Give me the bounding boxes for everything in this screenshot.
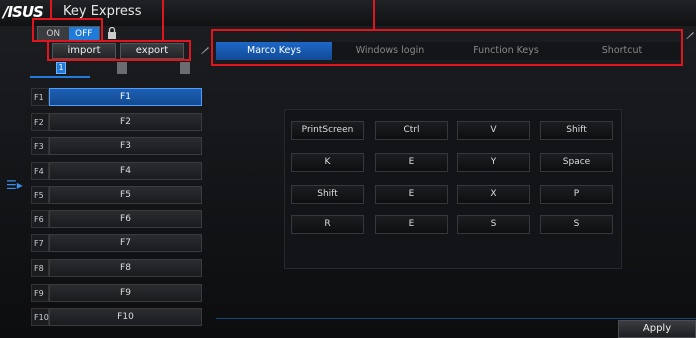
macro-key-panel: PrintScreen Ctrl V Shift K E Y Space Shi… <box>284 109 622 269</box>
fkey-name[interactable]: F3 <box>49 137 202 155</box>
document-icon[interactable] <box>117 62 127 74</box>
macro-key[interactable]: Y <box>457 153 530 172</box>
fkey-name[interactable]: F7 <box>49 234 202 252</box>
macro-key[interactable]: Shift <box>540 121 613 140</box>
macro-key[interactable]: S <box>457 215 530 234</box>
macro-key[interactable]: S <box>540 215 613 234</box>
fkey-number: F8 <box>31 259 49 277</box>
asus-logo: /ISUS <box>3 3 44 21</box>
macro-key[interactable]: Ctrl <box>375 121 448 140</box>
fkey-name[interactable]: F5 <box>49 186 202 204</box>
fkey-row[interactable]: F5 F5 <box>31 186 202 204</box>
off-option[interactable]: OFF <box>68 27 99 41</box>
fkey-number: F3 <box>31 137 49 155</box>
divider <box>216 318 696 319</box>
fkey-name[interactable]: F10 <box>49 308 202 326</box>
annotation-line <box>50 0 52 18</box>
macro-key[interactable]: R <box>291 215 364 234</box>
key-express-window: /ISUS Key Express ON OFF import export 1… <box>0 0 696 338</box>
macro-key[interactable]: X <box>457 185 530 204</box>
fkey-row[interactable]: F2 F2 <box>31 113 202 131</box>
macro-key[interactable]: E <box>375 185 448 204</box>
tab-shortcut[interactable]: Shortcut <box>564 42 680 60</box>
annotation-line <box>373 0 375 29</box>
fkey-number: F6 <box>31 210 49 228</box>
macro-key[interactable]: V <box>457 121 530 140</box>
pen-icon <box>201 47 209 54</box>
fkey-number: F9 <box>31 284 49 302</box>
fkey-row[interactable]: F6 F6 <box>31 210 202 228</box>
tab-windows-login[interactable]: Windows login <box>332 42 448 60</box>
fkey-number: F2 <box>31 113 49 131</box>
macro-key[interactable]: K <box>291 153 364 172</box>
tab-active-doc[interactable]: 1 <box>56 62 66 74</box>
active-tab-underline <box>30 76 90 78</box>
export-button[interactable]: export <box>120 43 184 59</box>
fkey-row[interactable]: F4 F4 <box>31 162 202 180</box>
macro-key[interactable]: E <box>375 215 448 234</box>
fkey-row[interactable]: F1 F1 <box>31 88 202 106</box>
fkey-row[interactable]: F8 F8 <box>31 259 202 277</box>
tab-marco-keys[interactable]: Marco Keys <box>216 42 332 60</box>
macro-key[interactable]: E <box>375 153 448 172</box>
tab-function-keys[interactable]: Function Keys <box>448 42 564 60</box>
fkey-name[interactable]: F6 <box>49 210 202 228</box>
fkey-row[interactable]: F9 F9 <box>31 284 202 302</box>
fkey-number: F4 <box>31 162 49 180</box>
fkey-name[interactable]: F2 <box>49 113 202 131</box>
fkey-number: F10 <box>31 308 49 326</box>
fkey-row[interactable]: F7 F7 <box>31 234 202 252</box>
title-bar: /ISUS Key Express <box>0 0 696 26</box>
annotation-line <box>162 0 164 41</box>
fkey-row[interactable]: F3 F3 <box>31 137 202 155</box>
on-off-toggle[interactable]: ON OFF <box>37 26 100 42</box>
fkey-name[interactable]: F1 <box>49 88 202 106</box>
fkey-number: F1 <box>31 88 49 106</box>
macro-key[interactable]: PrintScreen <box>291 121 364 140</box>
macro-key[interactable]: Shift <box>291 185 364 204</box>
on-option[interactable]: ON <box>38 27 69 41</box>
fkey-row[interactable]: F10 F10 <box>31 308 202 326</box>
left-tab-bar: 1 <box>30 62 208 78</box>
expand-menu-icon[interactable]: ☰▸ <box>6 178 23 192</box>
import-button[interactable]: import <box>52 43 116 59</box>
fkey-name[interactable]: F4 <box>49 162 202 180</box>
main-tab-bar: Marco Keys Windows login Function Keys S… <box>216 42 680 60</box>
fkey-name[interactable]: F8 <box>49 259 202 277</box>
fkey-name[interactable]: F9 <box>49 284 202 302</box>
macro-key[interactable]: Space <box>540 153 613 172</box>
fkey-number: F7 <box>31 234 49 252</box>
pen-icon <box>686 32 694 39</box>
macro-key[interactable]: P <box>540 185 613 204</box>
lock-icon[interactable] <box>107 27 117 39</box>
apply-button[interactable]: Apply <box>618 320 696 338</box>
document-icon[interactable] <box>180 62 190 74</box>
fkey-number: F5 <box>31 186 49 204</box>
app-title: Key Express <box>63 4 142 19</box>
